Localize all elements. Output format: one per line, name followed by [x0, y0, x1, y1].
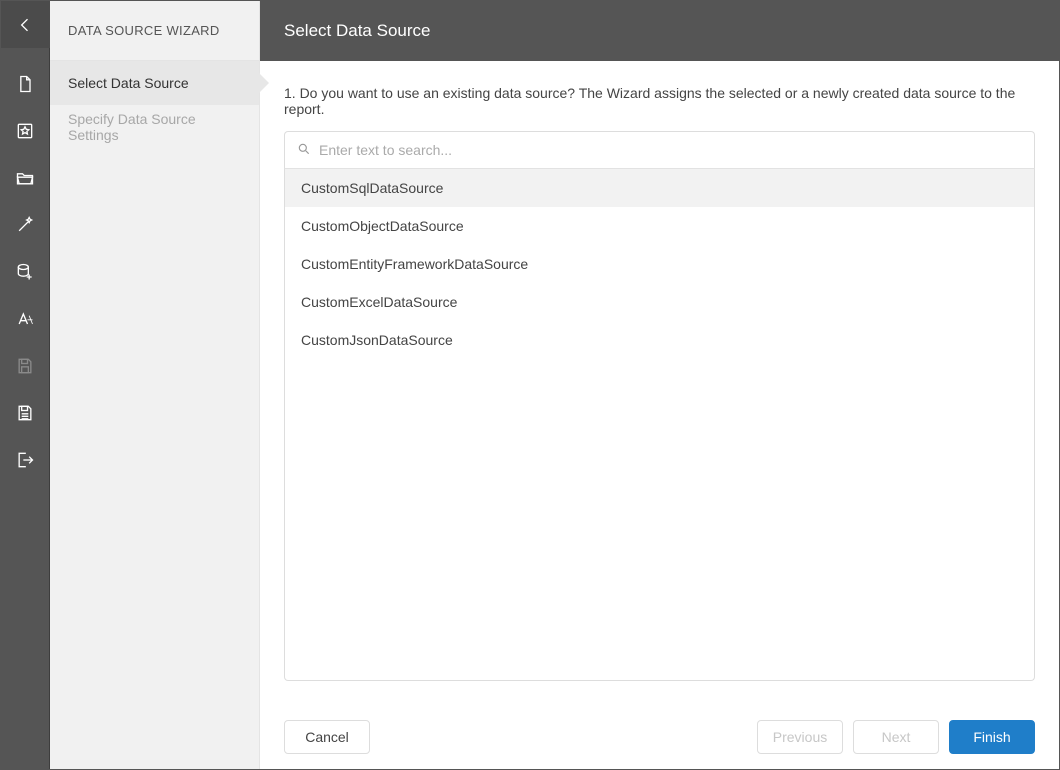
icon-rail [1, 1, 50, 769]
cancel-button[interactable]: Cancel [284, 720, 370, 754]
step-select-data-source[interactable]: Select Data Source [50, 61, 259, 105]
new-icon[interactable] [1, 60, 50, 107]
data-icon[interactable] [1, 248, 50, 295]
save-as-icon[interactable] [1, 389, 50, 436]
data-source-item[interactable]: CustomExcelDataSource [285, 283, 1034, 321]
app-root: DATA SOURCE WIZARD Select Data Source Sp… [0, 0, 1060, 770]
wizard-sidebar: DATA SOURCE WIZARD Select Data Source Sp… [50, 1, 260, 769]
step-specify-settings[interactable]: Specify Data Source Settings [50, 105, 259, 149]
data-source-item[interactable]: CustomJsonDataSource [285, 321, 1034, 359]
data-source-label: CustomObjectDataSource [301, 218, 464, 234]
main-panel: Select Data Source 1. Do you want to use… [260, 1, 1059, 769]
sidebar-title: DATA SOURCE WIZARD [50, 1, 259, 61]
finish-button[interactable]: Finish [949, 720, 1035, 754]
prompt-text: 1. Do you want to use an existing data s… [284, 85, 1035, 117]
data-source-label: CustomExcelDataSource [301, 294, 457, 310]
step-label: Specify Data Source Settings [68, 111, 241, 143]
save-icon[interactable] [1, 342, 50, 389]
data-source-item[interactable]: CustomEntityFrameworkDataSource [285, 245, 1034, 283]
wizard-footer: Cancel Previous Next Finish [260, 705, 1059, 769]
page-title: Select Data Source [260, 1, 1059, 61]
text-icon[interactable] [1, 295, 50, 342]
main-body: 1. Do you want to use an existing data s… [260, 61, 1059, 705]
search-box [284, 131, 1035, 169]
next-button[interactable]: Next [853, 720, 939, 754]
magic-icon[interactable] [1, 201, 50, 248]
back-icon[interactable] [1, 1, 50, 48]
wizard-icon[interactable] [1, 107, 50, 154]
open-icon[interactable] [1, 154, 50, 201]
data-source-item[interactable]: CustomObjectDataSource [285, 207, 1034, 245]
exit-icon[interactable] [1, 436, 50, 483]
step-label: Select Data Source [68, 75, 189, 91]
search-icon [297, 142, 311, 159]
data-source-list: CustomSqlDataSource CustomObjectDataSour… [284, 169, 1035, 681]
data-source-label: CustomEntityFrameworkDataSource [301, 256, 528, 272]
search-input[interactable] [319, 142, 1022, 158]
previous-button[interactable]: Previous [757, 720, 843, 754]
data-source-item[interactable]: CustomSqlDataSource [285, 169, 1034, 207]
data-source-label: CustomSqlDataSource [301, 180, 443, 196]
data-source-label: CustomJsonDataSource [301, 332, 453, 348]
